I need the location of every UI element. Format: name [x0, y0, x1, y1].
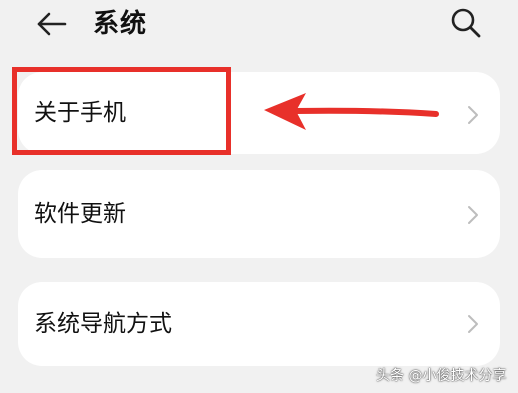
annotation-highlight-box: [12, 67, 231, 155]
menu-item-system-navigation[interactable]: 系统导航方式: [18, 282, 500, 366]
menu-item-label: 软件更新: [34, 201, 126, 227]
back-button[interactable]: [34, 6, 70, 42]
menu-item-label: 系统导航方式: [34, 311, 172, 337]
search-icon: [451, 8, 481, 38]
menu-item-software-update[interactable]: 软件更新: [18, 170, 500, 258]
annotation-arrow-icon: [264, 93, 439, 130]
chevron-right-icon: [468, 315, 478, 333]
chevron-right-icon: [468, 206, 478, 224]
header-bar: 系统: [0, 0, 518, 52]
back-arrow-icon: [37, 12, 67, 36]
page-title: 系统: [93, 9, 148, 39]
chevron-right-icon: [468, 106, 478, 124]
search-button[interactable]: [449, 6, 483, 40]
watermark-text: 头条 @小俊技术分享: [376, 368, 507, 384]
